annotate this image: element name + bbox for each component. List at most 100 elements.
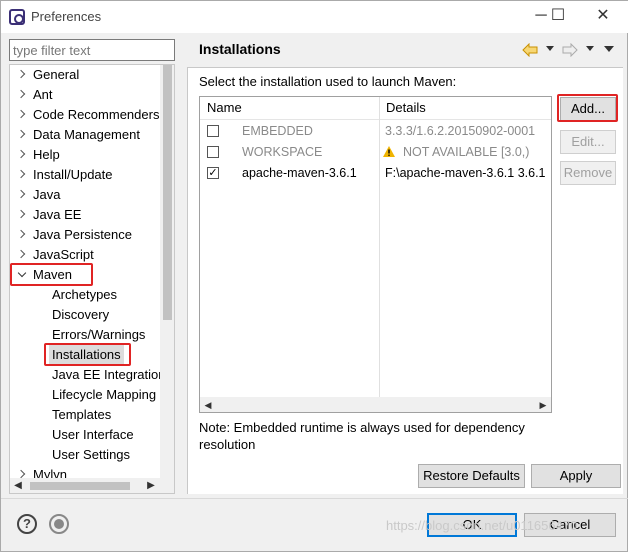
cancel-button[interactable]: Cancel xyxy=(524,513,616,537)
edit-button[interactable]: Edit... xyxy=(560,130,616,154)
app-icon xyxy=(9,9,25,25)
back-arrow-icon[interactable] xyxy=(522,43,538,57)
warning-icon xyxy=(383,146,395,157)
tree-item[interactable]: Install/Update xyxy=(10,165,160,185)
tree-item[interactable]: Help xyxy=(10,145,160,165)
tree-item-label: Install/Update xyxy=(33,167,113,182)
tree-item-label: Java EE xyxy=(33,207,82,222)
tree-item[interactable]: User Interface xyxy=(10,425,160,445)
ok-button[interactable]: OK xyxy=(427,513,517,537)
close-button[interactable]: ✕ xyxy=(583,5,623,29)
tree-item-label: General xyxy=(33,67,80,82)
tree-item[interactable]: Java xyxy=(10,185,160,205)
tree-item-label: Data Management xyxy=(33,127,140,142)
chevron-right-icon[interactable] xyxy=(16,89,28,101)
tree-item[interactable]: Lifecycle Mapping xyxy=(10,385,160,405)
filter-input[interactable] xyxy=(9,39,175,61)
maximize-icon: ☐ xyxy=(550,7,566,24)
restore-defaults-button[interactable]: Restore Defaults xyxy=(418,464,525,488)
scrollbar-thumb[interactable] xyxy=(30,482,130,490)
installations-table: Name Details EMBEDDED 3.3.3/1.6.2.2015090… xyxy=(199,96,552,413)
tree-item[interactable]: Discovery xyxy=(10,305,160,325)
chevron-right-icon[interactable] xyxy=(16,169,28,181)
forward-arrow-icon[interactable] xyxy=(562,43,578,57)
tree-item[interactable]: Java EE xyxy=(10,205,160,225)
intro-text: Select the installation used to launch M… xyxy=(199,74,457,89)
tree-item-label: Help xyxy=(33,147,60,162)
cell-details: F:\apache-maven-3.6.1 3.6.1 xyxy=(385,166,546,180)
tree-item[interactable]: User Settings xyxy=(10,445,160,465)
cell-name: apache-maven-3.6.1 xyxy=(242,166,357,180)
tree-item[interactable]: JavaScript xyxy=(10,245,160,265)
tree-item-label: Lifecycle Mapping xyxy=(52,387,157,402)
tree-item[interactable]: Data Management xyxy=(10,125,160,145)
chevron-right-icon[interactable] xyxy=(16,209,28,221)
tree-item[interactable]: Ant xyxy=(10,85,160,105)
embedded-note: Note: Embedded runtime is always used fo… xyxy=(199,420,525,452)
column-header-details[interactable]: Details xyxy=(386,97,426,119)
title-bar: Preferences ─ ☐ ✕ xyxy=(1,1,628,33)
tree-item-label: Discovery xyxy=(52,307,110,322)
chevron-right-icon[interactable] xyxy=(16,129,28,141)
tree-item[interactable]: Java Persistence xyxy=(10,225,160,245)
header-divider xyxy=(200,119,551,120)
window-title: Preferences xyxy=(31,9,102,24)
row-checkbox[interactable] xyxy=(207,146,219,158)
row-checkbox[interactable] xyxy=(207,125,219,137)
tree-item-label: Errors/Warnings xyxy=(52,327,146,342)
tree-item[interactable]: Templates xyxy=(10,405,160,425)
chevron-right-icon[interactable] xyxy=(16,149,28,161)
tree-horizontal-scrollbar[interactable]: ◀ ▶ xyxy=(10,478,174,493)
tree-item-label: User Settings xyxy=(52,447,131,462)
footer-separator xyxy=(1,498,628,499)
help-icon[interactable]: ? xyxy=(17,514,37,534)
tree-vertical-scrollbar[interactable] xyxy=(160,65,174,479)
tree-item-label: Java EE Integration xyxy=(52,367,166,382)
chevron-right-icon[interactable] xyxy=(16,189,28,201)
preferences-window: Preferences ─ ☐ ✕ General Ant Code Recomme… xyxy=(0,0,628,552)
header-separator xyxy=(187,67,623,68)
scroll-left-icon[interactable]: ◀ xyxy=(200,397,216,413)
table-row[interactable]: WORKSPACE NOT AVAILABLE [3.0,) xyxy=(200,142,551,163)
scroll-right-icon[interactable]: ▶ xyxy=(535,397,551,413)
table-horizontal-scrollbar[interactable]: ◀ ▶ xyxy=(200,397,551,412)
row-checkbox[interactable]: ✓ xyxy=(207,167,219,179)
installations-highlight-box xyxy=(44,343,131,366)
maximize-button[interactable]: ☐ xyxy=(538,5,578,29)
chevron-right-icon[interactable] xyxy=(16,109,28,121)
back-dropdown-icon[interactable] xyxy=(546,46,554,52)
chevron-right-icon[interactable] xyxy=(16,69,28,81)
add-highlight-box xyxy=(557,94,618,122)
remove-button[interactable]: Remove xyxy=(560,161,616,185)
tree-item-label: Code Recommenders xyxy=(33,107,160,122)
table-row[interactable]: ✓ apache-maven-3.6.1 F:\apache-maven-3.6.1… xyxy=(200,163,551,184)
tree-item[interactable]: Code Recommenders xyxy=(10,105,160,125)
tree-item-label: JavaScript xyxy=(33,247,94,262)
maven-highlight-box xyxy=(10,263,93,286)
cell-details: 3.3.3/1.6.2.20150902-0001 xyxy=(385,124,536,138)
column-header-name[interactable]: Name xyxy=(207,97,242,119)
tree-item[interactable]: Archetypes xyxy=(10,285,160,305)
scrollbar-thumb[interactable] xyxy=(163,65,172,320)
tree-item-label: Templates xyxy=(52,407,112,422)
scroll-right-icon[interactable]: ▶ xyxy=(143,478,159,493)
tree-item[interactable]: Java EE Integration xyxy=(10,365,165,385)
tree-item-label: Archetypes xyxy=(52,287,118,302)
page-title: Installations xyxy=(199,41,281,57)
forward-dropdown-icon[interactable] xyxy=(586,46,594,52)
tree-item-label: Ant xyxy=(33,87,53,102)
apply-button[interactable]: Apply xyxy=(531,464,621,488)
cell-details: NOT AVAILABLE [3.0,) xyxy=(403,145,530,159)
tree-item[interactable]: General xyxy=(10,65,160,85)
tree-item-label: User Interface xyxy=(52,427,134,442)
table-row[interactable]: EMBEDDED 3.3.3/1.6.2.20150902-0001 xyxy=(200,121,551,142)
menu-icon[interactable] xyxy=(604,46,614,52)
cell-name: WORKSPACE xyxy=(242,145,323,159)
tree-item[interactable]: Errors/Warnings xyxy=(10,325,160,345)
cell-name: EMBEDDED xyxy=(242,124,313,138)
tree-item-label: Java Persistence xyxy=(33,227,132,242)
chevron-right-icon[interactable] xyxy=(16,249,28,261)
record-icon[interactable] xyxy=(49,514,69,534)
scroll-left-icon[interactable]: ◀ xyxy=(10,478,26,493)
chevron-right-icon[interactable] xyxy=(16,229,28,241)
